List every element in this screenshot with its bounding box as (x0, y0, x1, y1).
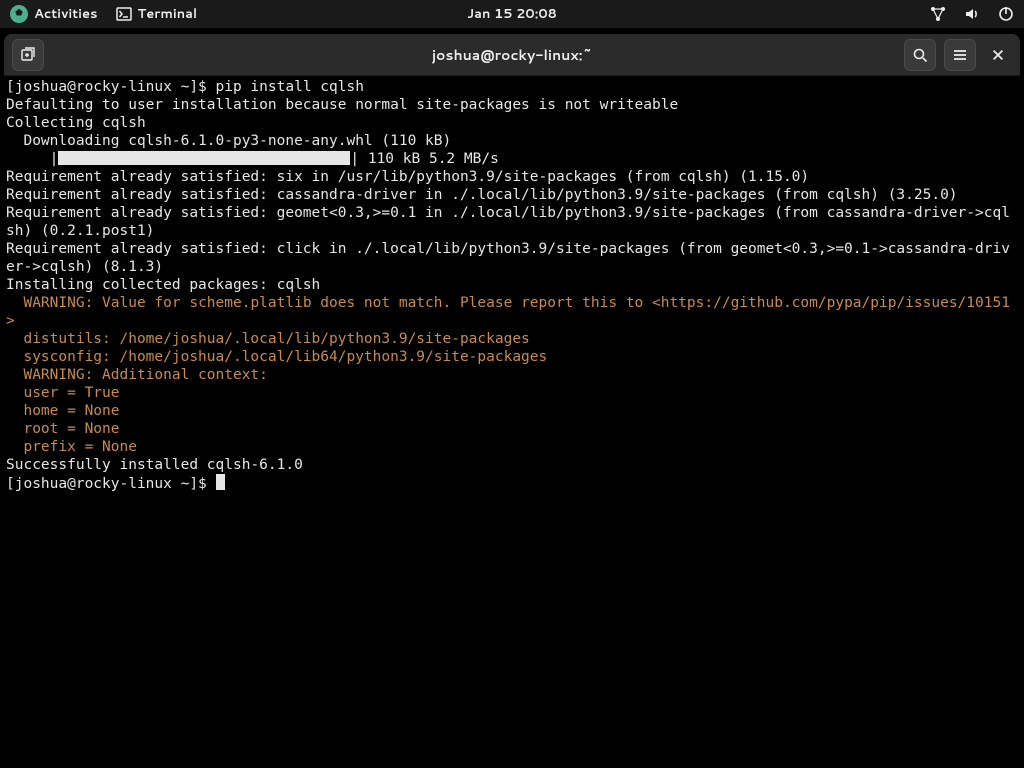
output-line: Successfully installed cqlsh-6.1.0 (6, 457, 303, 473)
warning-line: distutils: /home/joshua/.local/lib/pytho… (6, 331, 530, 347)
network-icon[interactable] (930, 6, 946, 22)
output-line: Requirement already satisfied: click in … (6, 240, 1014, 276)
gnome-top-bar: Activities Terminal Jan 15 20:08 (0, 0, 1024, 28)
output-line: | 110 kB 5.2 MB/s (350, 151, 507, 167)
terminal-window: joshua@rocky-linux:~ [joshua@rocky-linux… (4, 34, 1020, 768)
output-line: Downloading cqlsh-6.1.0-py3-none-any.whl… (6, 133, 451, 149)
distro-logo-icon (10, 5, 28, 23)
search-button[interactable] (904, 39, 936, 71)
new-tab-button[interactable] (12, 39, 44, 71)
clock-label: Jan 15 20:08 (467, 5, 557, 23)
output-line: Defaulting to user installation because … (6, 97, 678, 113)
output-line: Requirement already satisfied: geomet<0.… (6, 204, 1014, 240)
output-line: Requirement already satisfied: six in /u… (6, 168, 809, 186)
download-progress-bar (58, 151, 350, 165)
output-line: Installing collected packages: cqlsh (6, 277, 320, 293)
activities-button[interactable]: Activities (10, 5, 98, 23)
activities-label: Activities (34, 5, 98, 23)
warning-line: user = True (6, 385, 120, 401)
terminal-viewport[interactable]: [joshua@rocky-linux ~]$ pip install cqls… (4, 76, 1020, 495)
current-app-label: Terminal (138, 5, 198, 23)
window-titlebar: joshua@rocky-linux:~ (4, 34, 1020, 76)
terminal-app-icon (116, 6, 132, 22)
shell-prompt: [joshua@rocky-linux ~]$ (6, 79, 216, 95)
warning-line: WARNING: Additional context: (6, 367, 268, 383)
warning-line: prefix = None (6, 439, 137, 455)
output-line: Collecting cqlsh (6, 115, 146, 131)
volume-icon[interactable] (964, 6, 980, 22)
warning-line: root = None (6, 421, 120, 437)
output-line: | (6, 151, 58, 167)
command-text: pip install cqlsh (216, 79, 364, 95)
current-app-menu[interactable]: Terminal (116, 5, 198, 23)
terminal-cursor (216, 474, 225, 490)
clock-menu[interactable]: Jan 15 20:08 (467, 5, 557, 23)
power-icon[interactable] (998, 6, 1014, 22)
output-line: Requirement already satisfied: cassandra… (6, 186, 958, 204)
close-button[interactable] (984, 41, 1012, 69)
hamburger-menu-button[interactable] (944, 39, 976, 71)
warning-line: WARNING: Value for scheme.platlib does n… (6, 294, 1014, 330)
window-title: joshua@rocky-linux:~ (4, 45, 1020, 65)
warning-line: sysconfig: /home/joshua/.local/lib64/pyt… (6, 349, 547, 365)
warning-line: home = None (6, 403, 120, 419)
shell-prompt: [joshua@rocky-linux ~]$ (6, 476, 216, 492)
